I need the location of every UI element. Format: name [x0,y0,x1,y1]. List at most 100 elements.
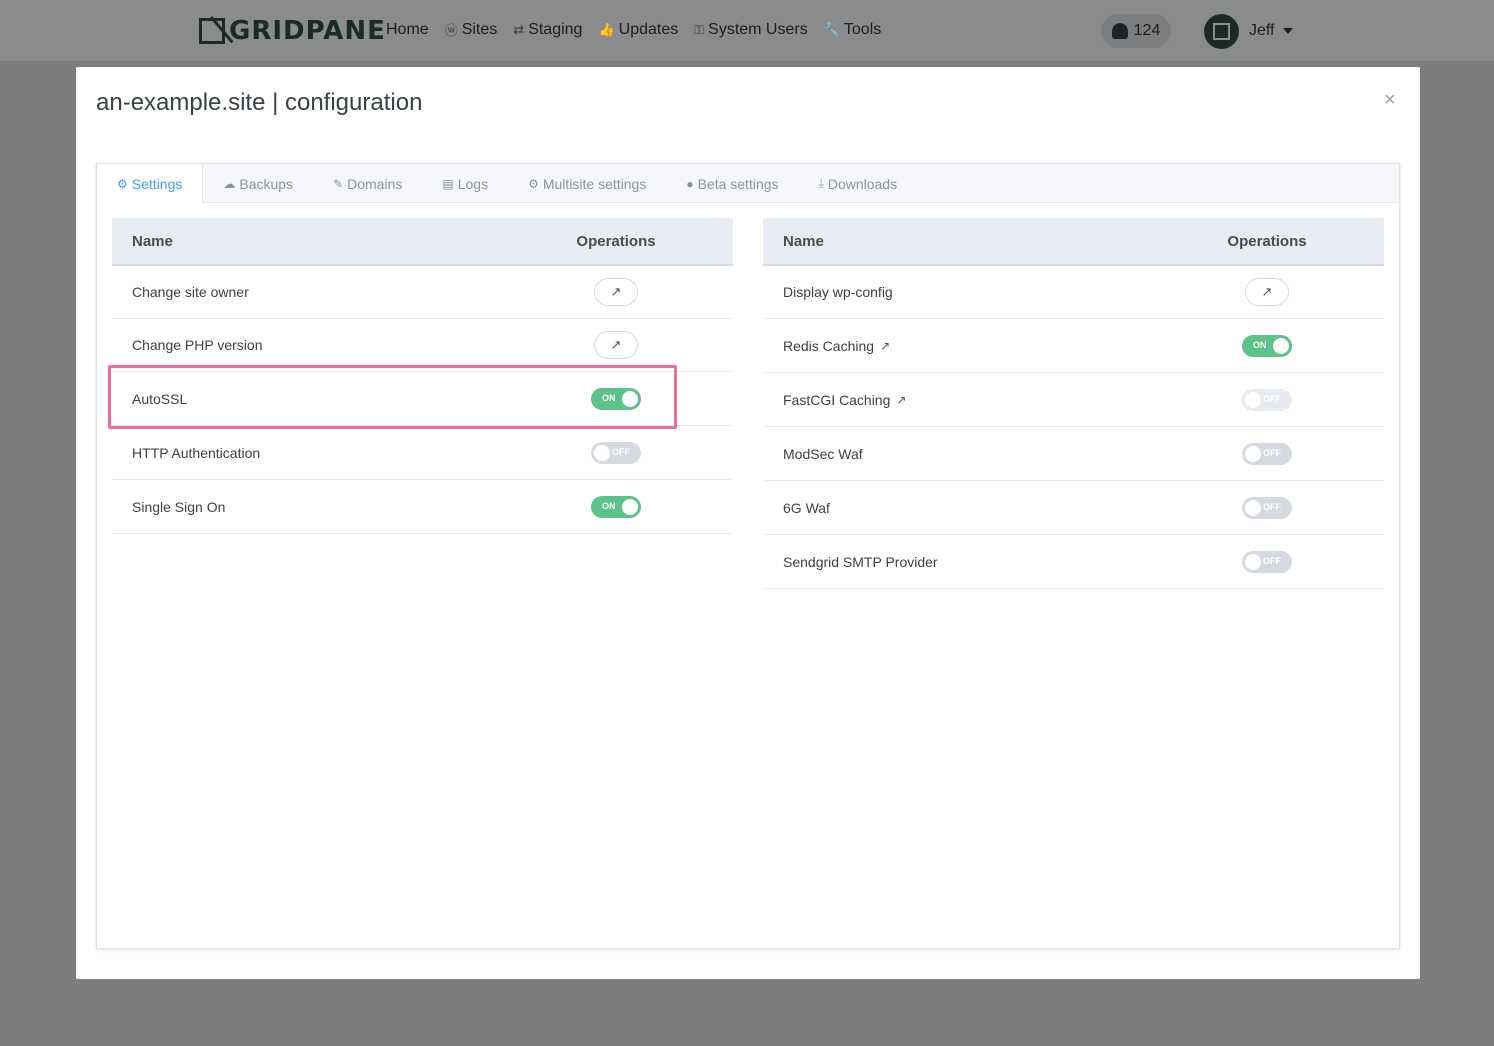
cloud-icon: ☁ [223,176,236,191]
user-menu[interactable]: Jeff [1249,22,1293,40]
top-navbar: GRIDPANE Home ⓦ Sites ⇄ Staging 👍 Update… [0,0,1494,61]
nav-home[interactable]: Home [386,20,429,39]
row-name: Change PHP version [132,337,263,353]
avatar[interactable] [1204,14,1239,49]
toggle-knob [622,390,638,407]
tab-beta-settings-label: Beta settings [697,175,779,192]
tab-domains-label: Domains [347,175,403,192]
notifications-button[interactable]: 124 [1101,14,1171,48]
tab-bar: ⚙ Settings ☁ Backups ✎ Domains ▤ Logs ⚙ … [97,164,1399,204]
download-icon: ⤓ [818,176,824,190]
external-link-icon[interactable]: ↗ [896,393,906,407]
table-row: ModSec Waf OFF [763,427,1384,481]
notification-count: 124 [1133,22,1161,39]
row-name: FastCGI Caching [783,391,891,408]
column-header-name: Name [132,232,173,250]
tab-downloads[interactable]: ⤓ Downloads [799,164,918,203]
column-header-operations: Operations [576,232,656,250]
tab-logs[interactable]: ▤ Logs [422,164,508,203]
configuration-modal: an-example.site | configuration × ⚙ Sett… [76,67,1420,979]
toggle-label: OFF [1263,555,1281,566]
external-link-icon: ↗ [610,337,622,352]
fastcgi-caching-toggle[interactable]: OFF [1242,388,1292,411]
row-name: Display wp-config [783,284,893,300]
toggle-label: ON [1253,339,1267,350]
table-row: 6G Waf OFF [763,481,1384,535]
redis-caching-toggle[interactable]: ON [1242,334,1292,357]
gear-icon: ⚙ [528,176,539,191]
6g-waf-toggle[interactable]: OFF [1242,496,1292,519]
tab-multisite-settings-label: Multisite settings [542,175,647,192]
modal-title: an-example.site | configuration [96,89,423,116]
table-row: Redis Caching ↗ ON [763,319,1384,373]
table-row: FastCGI Caching ↗ OFF [763,373,1384,427]
user-name: Jeff [1249,22,1275,39]
close-icon[interactable]: × [1384,89,1396,112]
row-name: Single Sign On [132,498,226,515]
table-row: Sendgrid SMTP Provider OFF [763,535,1384,589]
toggle-knob [1273,337,1289,354]
toggle-label: OFF [1263,393,1281,404]
wordpress-icon: ⓦ [444,23,458,38]
toggle-knob [1245,445,1261,462]
gear-icon: ⚙ [117,177,128,191]
autossl-toggle[interactable]: ON [591,387,641,410]
tab-multisite-settings[interactable]: ⚙ Multisite settings [508,164,666,203]
modsec-waf-toggle[interactable]: OFF [1242,442,1292,465]
tab-settings[interactable]: ⚙ Settings [97,164,204,204]
row-name: 6G Waf [783,499,830,516]
lock-icon: ⚿ [694,21,705,37]
row-name: ModSec Waf [783,445,863,462]
logo-mark-icon [199,18,225,44]
http-authentication-toggle[interactable]: OFF [591,441,641,464]
nav-home-label: Home [386,20,429,38]
display-wp-config-button[interactable]: ↗ [1245,278,1289,306]
table-row: AutoSSL ON [112,372,733,426]
nav-tools[interactable]: 🔧 Tools [824,20,882,39]
nav-updates[interactable]: 👍 Updates [598,20,678,39]
gridpane-logo[interactable]: GRIDPANE [199,16,386,46]
table-row: Change site owner ↗ [112,266,733,319]
logo-text: GRIDPANE [229,16,386,46]
change-site-owner-button[interactable]: ↗ [594,278,638,306]
toggle-label: OFF [1263,501,1281,512]
toggle-knob [1245,499,1261,516]
tab-beta-settings[interactable]: ● Beta settings [666,164,798,203]
single-sign-on-toggle[interactable]: ON [591,495,641,518]
document-icon: ▤ [442,176,454,191]
main-nav: Home ⓦ Sites ⇄ Staging 👍 Updates ⚿ Syste… [386,20,881,39]
tab-logs-label: Logs [457,175,489,192]
table-row: Display wp-config ↗ [763,266,1384,319]
column-header-name: Name [783,232,824,250]
bell-icon [1111,23,1128,39]
sendgrid-smtp-provider-toggle[interactable]: OFF [1242,550,1292,573]
row-name: HTTP Authentication [132,444,261,461]
settings-table-right: Name Operations Display wp-config ↗ Redi… [763,218,1384,589]
nav-staging[interactable]: ⇄ Staging [513,20,582,39]
tab-settings-label: Settings [131,176,183,192]
table-row: Change PHP version ↗ [112,319,733,372]
info-circle-icon: ● [686,176,694,191]
toggle-label: ON [602,392,616,403]
tabs-panel: ⚙ Settings ☁ Backups ✎ Domains ▤ Logs ⚙ … [96,163,1400,949]
tab-domains[interactable]: ✎ Domains [313,164,422,203]
table-header: Name Operations [112,218,733,266]
row-name: Change site owner [132,284,249,300]
tab-downloads-label: Downloads [827,175,898,192]
edit-icon: ✎ [333,176,344,191]
toggle-label: OFF [1263,447,1281,458]
nav-updates-label: Updates [618,20,679,38]
external-link-icon[interactable]: ↗ [880,339,890,353]
toggle-knob [1245,391,1261,408]
toggle-knob [1245,553,1261,570]
nav-sites[interactable]: ⓦ Sites [445,20,498,39]
change-php-version-button[interactable]: ↗ [594,331,638,359]
nav-system-users[interactable]: ⚿ System Users [694,20,807,39]
row-name: Sendgrid SMTP Provider [783,553,938,570]
tab-backups-label: Backups [239,175,294,192]
toggle-knob [622,498,638,515]
external-link-icon: ↗ [1261,284,1273,299]
table-row: Single Sign On ON [112,480,733,534]
toggle-knob [594,444,610,461]
tab-backups[interactable]: ☁ Backups [203,164,313,203]
